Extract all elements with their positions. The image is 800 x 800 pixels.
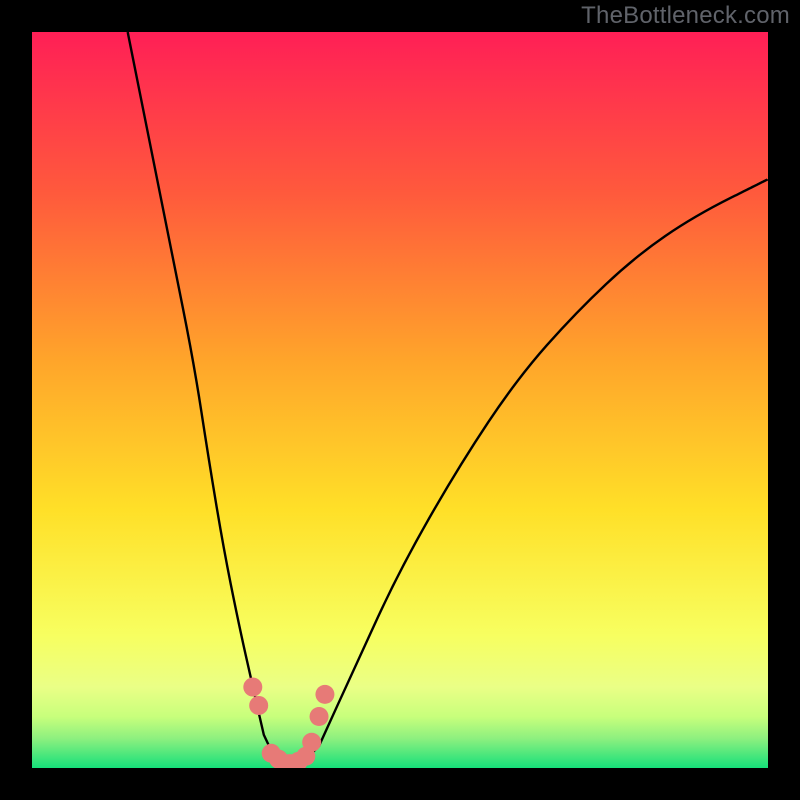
curve-path — [128, 32, 768, 763]
curve-marker — [243, 678, 262, 697]
chart-frame: TheBottleneck.com — [0, 0, 800, 800]
curve-marker — [315, 685, 334, 704]
curve-marker — [310, 707, 329, 726]
plot-area — [32, 32, 768, 768]
bottleneck-curve — [32, 32, 768, 768]
curve-marker — [249, 696, 268, 715]
curve-marker — [302, 733, 321, 752]
watermark-text: TheBottleneck.com — [581, 2, 790, 30]
